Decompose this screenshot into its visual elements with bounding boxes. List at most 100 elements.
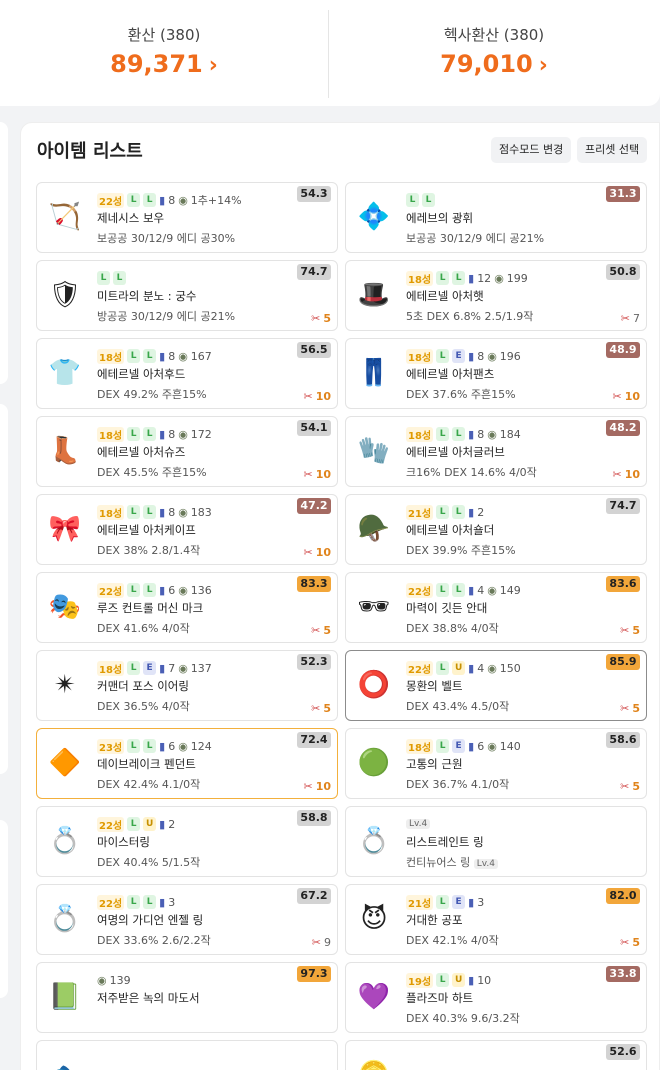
item-card[interactable]: 🔶 23성 L L ▮ 6 ◉ 124 데이브레이크 펜던트 DEX 42.4% 4.1/0작 72… xyxy=(36,728,338,799)
item-score: 48.2 xyxy=(606,420,640,436)
flame-icon: ◉ xyxy=(178,349,188,363)
potential-grade-badge: L xyxy=(422,193,435,207)
item-card[interactable]: 🎭 22성 L L ▮ 6 ◉ 136 루즈 컨트롤 머신 마크 DEX 41.6% 4/0작 83… xyxy=(36,572,338,643)
scroll-icon: ▮ xyxy=(159,427,166,441)
item-card[interactable]: 💠 L L 에레브의 광휘 보공공 30/12/9 에디 공21% 31.3 xyxy=(345,182,647,253)
item-card[interactable]: 🎀 18성 L L ▮ 8 ◉ 183 에테르넬 아처케이프 DEX 38% 2.8/1.4작 47… xyxy=(36,494,338,565)
cape-icon: 🎀 xyxy=(48,514,82,544)
item-card[interactable]: 🪙 52.6 xyxy=(345,1040,647,1070)
potential-grade-badge: L xyxy=(143,895,157,909)
item-score: 74.7 xyxy=(606,498,640,514)
item-name: 제네시스 보우 xyxy=(97,211,165,225)
item-card[interactable]: 🧤 18성 L L ▮ 8 ◉ 184 에테르넬 아처글러브 크16% DEX 14.6% 4/0… xyxy=(345,416,647,487)
flame-icon: ◉ xyxy=(487,427,497,441)
item-card[interactable]: 💍 Lv.4 리스트레인트 링 컨티뉴어스 링 Lv.4 xyxy=(345,806,647,877)
item-stats: 크16% DEX 14.6% 4/0작 xyxy=(406,466,537,479)
item-card[interactable]: 🏹 22성 L L ▮ 8 ◉ 1추+14% 제네시스 보우 보공공 30/12/9 에디 공30… xyxy=(36,182,338,253)
scissors-icon: ✂ xyxy=(311,702,321,715)
item-meta: ◉ 139 xyxy=(97,972,131,988)
item-card[interactable]: 📗 ◉ 139 저주받은 녹의 마도서 97.3 xyxy=(36,962,338,1033)
scissors-icon: ✂ xyxy=(612,390,622,403)
scissors-value: 5 xyxy=(323,312,331,325)
item-card[interactable]: 🕶 22성 L L ▮ 4 ◉ 149 마력이 깃든 안대 DEX 38.8% 4/0작 83.6 ✂… xyxy=(345,572,647,643)
item-name: 고통의 근원 xyxy=(406,757,463,771)
potential-grade-badge: L xyxy=(436,349,450,363)
preset-select-button[interactable]: 프리셋 선택 xyxy=(577,137,648,163)
item-card[interactable]: 🪖 21성 L L ▮ 2 에테르넬 아처숄더 DEX 39.9% 주흔15% 74.7 xyxy=(345,494,647,565)
scissors-icon: ✂ xyxy=(612,468,622,481)
item-name: 커맨더 포스 이어링 xyxy=(97,679,189,693)
item-name: 거대한 공포 xyxy=(406,913,463,927)
potential-grade-badge: L xyxy=(127,349,141,363)
potential-grade-badge: L xyxy=(113,271,126,285)
potential-grade-badge: L xyxy=(143,193,157,207)
item-meta: LL xyxy=(406,192,435,208)
item-name: 마력이 깃든 안대 xyxy=(406,601,488,615)
conversion-value[interactable]: 89,371 › xyxy=(0,50,328,78)
flame-icon: ◉ xyxy=(178,505,188,519)
scroll-icon: ▮ xyxy=(468,583,475,597)
panel-title: 아이템 리스트 xyxy=(37,141,143,162)
item-card[interactable]: 🟢 18성 L E ▮ 6 ◉ 140 고통의 근원 DEX 36.7% 4.1/0작 58.6 ✂ 5 xyxy=(345,728,647,799)
item-meta: 18성 L L ▮ 8 ◉ 167 xyxy=(97,348,212,364)
item-stats: 방공공 30/12/9 에디 공21% xyxy=(97,310,236,323)
scissors-icon: ✂ xyxy=(303,468,313,481)
item-stats: DEX 33.6% 2.6/2.2작 xyxy=(97,934,211,947)
star-force: 18성 xyxy=(97,660,125,676)
potential-grade-badge: L xyxy=(436,973,450,987)
item-card[interactable]: 💍 22성 L U ▮ 2 마이스터링 DEX 40.4% 5/1.5작 58.8 xyxy=(36,806,338,877)
item-card[interactable]: ✴ 18성 L E ▮ 7 ◉ 137 커맨더 포스 이어링 DEX 36.5% 4/0작 52.3… xyxy=(36,650,338,721)
additional-stat: 140 xyxy=(499,739,521,753)
item-card[interactable]: 💜 19성 L U ▮ 10 플라즈마 하트 DEX 40.3% 9.6/3.2작 33.8 xyxy=(345,962,647,1033)
conversion-label: 환산 (380) xyxy=(127,26,201,44)
additional-stat: 196 xyxy=(499,349,521,363)
additional-stat: 149 xyxy=(499,583,521,597)
item-stats: DEX 40.4% 5/1.5작 xyxy=(97,856,201,869)
item-card[interactable]: 👖 18성 L E ▮ 8 ◉ 196 에테르넬 아처팬츠 DEX 37.6% 주흔15% 48.9… xyxy=(345,338,647,409)
potential-grade-badge: L xyxy=(452,583,466,597)
item-meta: 18성 L L ▮ 12 ◉ 199 xyxy=(406,270,528,286)
item-card[interactable]: 🐟 xyxy=(36,1040,338,1070)
item-score: 67.2 xyxy=(297,888,331,904)
ring-icon: 💍 xyxy=(48,826,82,856)
scroll-count: 10 xyxy=(477,973,492,987)
item-card[interactable]: 😈 21성 L E ▮ 3 거대한 공포 DEX 42.1% 4/0작 82.0 ✂ 5 xyxy=(345,884,647,955)
item-meta: 22성 L L ▮ 4 ◉ 149 xyxy=(406,582,521,598)
scissors-icon: ✂ xyxy=(311,624,321,637)
item-meta: 22성 L L ▮ 8 ◉ 1추+14% xyxy=(97,192,242,208)
level-tag: Lv.4 xyxy=(473,859,498,869)
item-name: 에테르넬 아처글러브 xyxy=(406,445,505,459)
item-meta: 18성 L E ▮ 7 ◉ 137 xyxy=(97,660,212,676)
scroll-icon: ▮ xyxy=(159,739,166,753)
hexa-conversion-value[interactable]: 79,010 › xyxy=(328,50,660,78)
item-score: 56.5 xyxy=(297,342,331,358)
scissors-count: ✂ 10 xyxy=(303,546,331,559)
side-panel-edge xyxy=(0,122,8,384)
item-card[interactable]: 👕 18성 L L ▮ 8 ◉ 167 에테르넬 아처후드 DEX 49.2% 주흔15% 56.5… xyxy=(36,338,338,409)
pendant-icon: 🔶 xyxy=(48,748,82,778)
potential-grade-badge: L xyxy=(127,817,141,831)
score-mode-button[interactable]: 점수모드 변경 xyxy=(491,137,572,163)
scroll-count: 2 xyxy=(168,817,176,831)
scissors-value: 10 xyxy=(624,390,640,403)
star-force: 18성 xyxy=(97,348,125,364)
scissors-icon: ✂ xyxy=(311,312,321,325)
scissors-count: ✂ 10 xyxy=(612,468,640,481)
scissors-count: ✂ 5 xyxy=(620,780,640,793)
flame-icon: ◉ xyxy=(178,193,188,207)
scissors-value: 10 xyxy=(315,780,331,793)
star-force: 22성 xyxy=(97,192,125,208)
item-score: 72.4 xyxy=(297,732,331,748)
scroll-icon: ▮ xyxy=(468,895,475,909)
scroll-count: 3 xyxy=(477,895,485,909)
conversion-score[interactable]: 환산 (380) 89,371 › xyxy=(0,0,328,106)
item-card[interactable]: 🛡 L L 미트라의 분노 : 궁수 방공공 30/12/9 에디 공21% 74.7 ✂ 5 xyxy=(36,260,338,331)
item-card[interactable]: 👢 18성 L L ▮ 8 ◉ 172 에테르넬 아처슈즈 DEX 45.5% 주흔15% 54.1… xyxy=(36,416,338,487)
hexa-conversion-score[interactable]: 헥사환산 (380) 79,010 › xyxy=(328,0,660,106)
item-card[interactable]: 🎩 18성 L L ▮ 12 ◉ 199 에테르넬 아처햇 5초 DEX 6.8% 2.5/1.9… xyxy=(345,260,647,331)
item-score: 97.3 xyxy=(297,966,331,982)
item-stats: DEX 42.4% 4.1/0작 xyxy=(97,778,201,791)
scroll-count: 6 xyxy=(168,739,176,753)
item-card[interactable]: 💍 22성 L L ▮ 3 여명의 가디언 엔젤 링 DEX 33.6% 2.6/2.2작 67… xyxy=(36,884,338,955)
item-card[interactable]: ⭕ 22성 L U ▮ 4 ◉ 150 몽환의 벨트 DEX 43.4% 4.5/0작 85.9 ✂ 5 xyxy=(345,650,647,721)
